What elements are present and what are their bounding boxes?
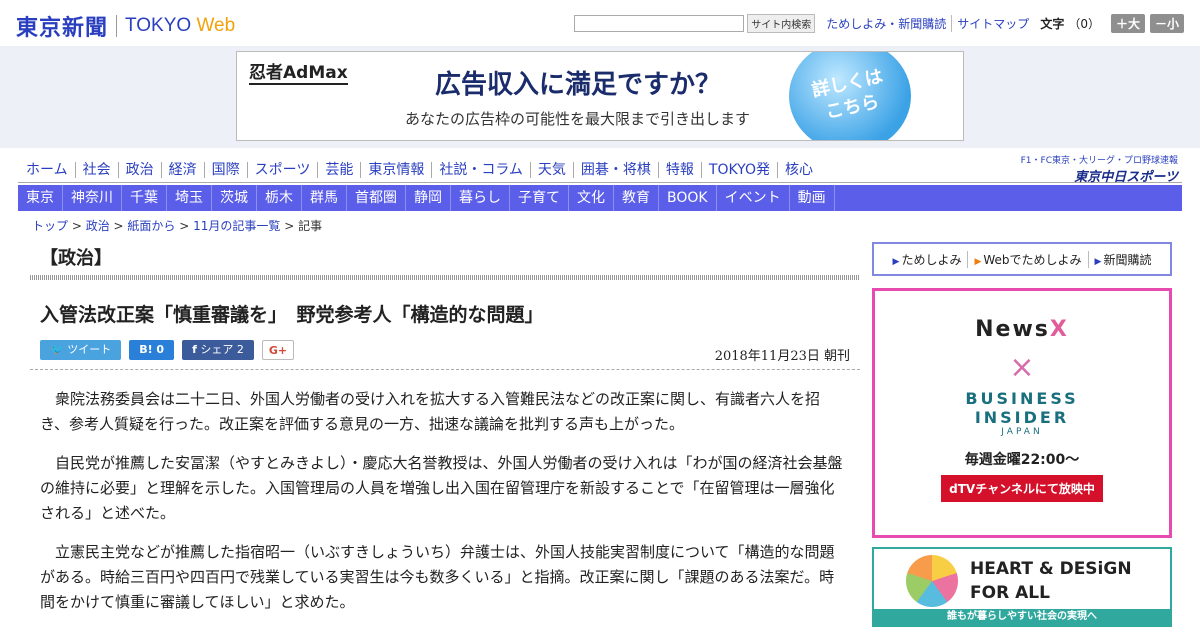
nav-item-special[interactable]: 特報: [657, 162, 701, 178]
nav2-item-culture[interactable]: 文化: [569, 185, 614, 211]
date-divider: [30, 369, 860, 370]
admax-banner-ad[interactable]: 忍者AdMax 広告収入に満足ですか？ あなたの広告枠の可能性を最大限まで引き出…: [236, 51, 964, 141]
sidebar-subscribe-link[interactable]: ▶ 新聞購読: [1087, 250, 1158, 268]
ad3-title-line1: HEART & DESiGN: [970, 559, 1132, 579]
nav2-item-book[interactable]: BOOK: [659, 185, 717, 211]
facebook-share-button[interactable]: f シェア 2: [182, 340, 254, 360]
breadcrumb-month-list[interactable]: 11月の記事一覧: [193, 219, 280, 233]
font-larger-button[interactable]: ＋大: [1110, 14, 1145, 33]
regional-nav: 東京 神奈川 千葉 埼玉 茨城 栃木 群馬 首都圏 静岡 暮らし 子育て 文化 …: [18, 185, 1182, 211]
nav2-item-kosodate[interactable]: 子育て: [510, 185, 569, 211]
chunichi-tagline: F1・FC東京・大リーグ・プロ野球速報: [1020, 156, 1178, 166]
nav-item-kakushin[interactable]: 核心: [776, 162, 820, 178]
section-title: 【政治】: [40, 248, 112, 269]
nav2-item-event[interactable]: イベント: [717, 185, 790, 211]
heart-design-ad[interactable]: HEART & DESiGN FOR ALL 誰もが暮らしやすい社会の実現へ: [872, 547, 1172, 627]
ad-brand: 忍者AdMax: [249, 58, 348, 85]
nav-divider: [18, 182, 1182, 183]
ad-band: 忍者AdMax 広告収入に満足ですか？ あなたの広告枠の可能性を最大限まで引き出…: [0, 46, 1200, 148]
breadcrumb-print[interactable]: 紙面から: [127, 219, 175, 233]
primary-nav: ホーム 社会 政治 経済 国際 スポーツ 芸能 東京情報 社説・コラム 天気 囲…: [18, 157, 820, 183]
google-plus-button[interactable]: G+: [261, 340, 295, 360]
nav2-item-ibaraki[interactable]: 茨城: [212, 185, 257, 211]
cross-icon: ×: [1009, 350, 1035, 385]
ad-schedule: 毎週金曜22:00〜: [964, 452, 1080, 468]
ad3-title-line2: FOR ALL: [970, 583, 1050, 603]
trial-subscribe-link[interactable]: ためしよみ・新聞購読: [821, 15, 951, 32]
logo-tokyo-web: TOKYO Web: [125, 15, 236, 36]
arrow-right-icon: ▶: [974, 256, 982, 267]
nav-item-society[interactable]: 社会: [74, 162, 118, 178]
article-date: 2018年11月23日 朝刊: [714, 349, 850, 364]
article-paragraph: 立憲民主党などが推薦した指宿昭一（いぶすきしょういち）弁護士は、外国人技能実習制…: [40, 543, 835, 611]
nav2-item-kanagawa[interactable]: 神奈川: [63, 185, 122, 211]
ad-cta-badge: dTVチャンネルにて放映中: [941, 475, 1103, 502]
nav2-item-gunma[interactable]: 群馬: [302, 185, 347, 211]
article-paragraph: 自民党が推薦した安冨潔（やすとみきよし）・慶応大名誉教授は、外国人労働者の受け入…: [40, 454, 843, 522]
breadcrumb: トップ > 政治 > 紙面から > 11月の記事一覧 > 記事: [32, 219, 323, 233]
nav-item-home[interactable]: ホーム: [18, 162, 75, 178]
chunichi-logo: 東京中日スポーツ: [1074, 170, 1178, 185]
section-divider: [30, 275, 860, 280]
newsx-ad[interactable]: NewsX × BUSINESS INSIDER JAPAN 毎週金曜22:00…: [872, 288, 1172, 538]
site-search-button[interactable]: サイト内検索: [747, 14, 816, 33]
logo-divider: [116, 15, 118, 37]
font-size-count: （0）: [1068, 17, 1100, 31]
business-insider-line1: BUSINESS: [965, 389, 1079, 408]
nav-item-politics[interactable]: 政治: [117, 162, 161, 178]
header-tools: サイト内検索 ためしよみ・新聞購読 サイトマップ 文字 （0） ＋大 －小: [574, 14, 1184, 33]
logo-kanji: 東京新聞: [16, 15, 109, 41]
nav-item-editorial[interactable]: 社説・コラム: [431, 162, 530, 178]
newsx-logo: NewsX: [975, 317, 1069, 342]
arrow-right-icon: ▶: [1094, 256, 1102, 267]
facebook-icon: f: [192, 343, 197, 356]
article-body: 衆院法務委員会は二十二日、外国人労働者の受け入れを拡大する入管難民法などの改正案…: [40, 387, 845, 629]
nav2-item-kurashi[interactable]: 暮らし: [451, 185, 510, 211]
breadcrumb-current: 記事: [298, 219, 323, 233]
ad-headline: 広告収入に満足ですか？: [435, 70, 722, 100]
hatena-bookmark-button[interactable]: B! 0: [129, 340, 175, 360]
nav2-item-saitama[interactable]: 埼玉: [167, 185, 212, 211]
nav-item-weather[interactable]: 天気: [529, 162, 573, 178]
ad-cta-text: 詳しくは こちら: [810, 66, 885, 124]
font-size-label: 文字: [1040, 17, 1065, 31]
nav2-item-tochigi[interactable]: 栃木: [257, 185, 302, 211]
sidebar-subscribe-links: ▶ ためしよみ ▶ Webでためしよみ ▶ 新聞購読: [872, 242, 1172, 276]
chunichi-sports-link[interactable]: F1・FC東京・大リーグ・プロ野球速報 東京中日スポーツ: [1021, 153, 1178, 185]
nav-item-economy[interactable]: 経済: [160, 162, 204, 178]
nav2-item-education[interactable]: 教育: [614, 185, 659, 211]
site-search-input[interactable]: [574, 15, 745, 32]
nav-item-sports[interactable]: スポーツ: [246, 162, 318, 178]
business-insider-line2: INSIDER: [974, 408, 1070, 427]
breadcrumb-top[interactable]: トップ: [32, 219, 68, 233]
nav2-item-tokyo[interactable]: 東京: [18, 185, 63, 211]
nav-item-tokyo-info[interactable]: 東京情報: [360, 162, 431, 178]
nav2-item-video[interactable]: 動画: [790, 185, 835, 211]
ad-subline: あなたの広告枠の可能性を最大限まで引き出します: [405, 110, 751, 128]
tweet-button[interactable]: 🐦 ツイート: [40, 340, 122, 360]
nav-item-international[interactable]: 国際: [203, 162, 247, 178]
site-logo[interactable]: 東京新聞 TOKYO Web: [16, 10, 235, 42]
nav2-item-shutoken[interactable]: 首都圏: [347, 185, 406, 211]
business-insider-line3: JAPAN: [1001, 427, 1043, 437]
bird-icon: 🐦: [50, 343, 64, 356]
flower-logo-icon: [906, 555, 958, 607]
article-headline: 入管法改正案「慎重審議を」 野党参考人「構造的な問題」: [40, 304, 544, 326]
nav2-item-chiba[interactable]: 千葉: [122, 185, 167, 211]
site-header: 東京新聞 TOKYO Web サイト内検索 ためしよみ・新聞購読 サイトマップ …: [0, 0, 1200, 46]
nav2-item-shizuoka[interactable]: 静岡: [406, 185, 451, 211]
nav-item-tokyo-hatsu[interactable]: TOKYO発: [700, 162, 777, 178]
nav-item-go-shogi[interactable]: 囲碁・将棋: [572, 162, 658, 178]
breadcrumb-politics[interactable]: 政治: [86, 219, 110, 233]
ad-cta-circle: 詳しくは こちら: [789, 52, 911, 140]
ad3-strip: 誰もが暮らしやすい社会の実現へ: [874, 609, 1170, 625]
nav-item-entertainment[interactable]: 芸能: [317, 162, 360, 178]
sitemap-link[interactable]: サイトマップ: [951, 15, 1034, 32]
font-smaller-button[interactable]: －小: [1149, 14, 1184, 33]
social-buttons: 🐦 ツイート B! 0 f シェア 2 G+: [40, 340, 295, 360]
arrow-right-icon: ▶: [892, 256, 900, 267]
sidebar-trial-link[interactable]: ▶ ためしよみ: [887, 251, 968, 268]
sidebar-web-trial-link[interactable]: ▶ Webでためしよみ: [967, 250, 1087, 268]
article-paragraph: 衆院法務委員会は二十二日、外国人労働者の受け入れを拡大する入管難民法などの改正案…: [40, 390, 821, 433]
